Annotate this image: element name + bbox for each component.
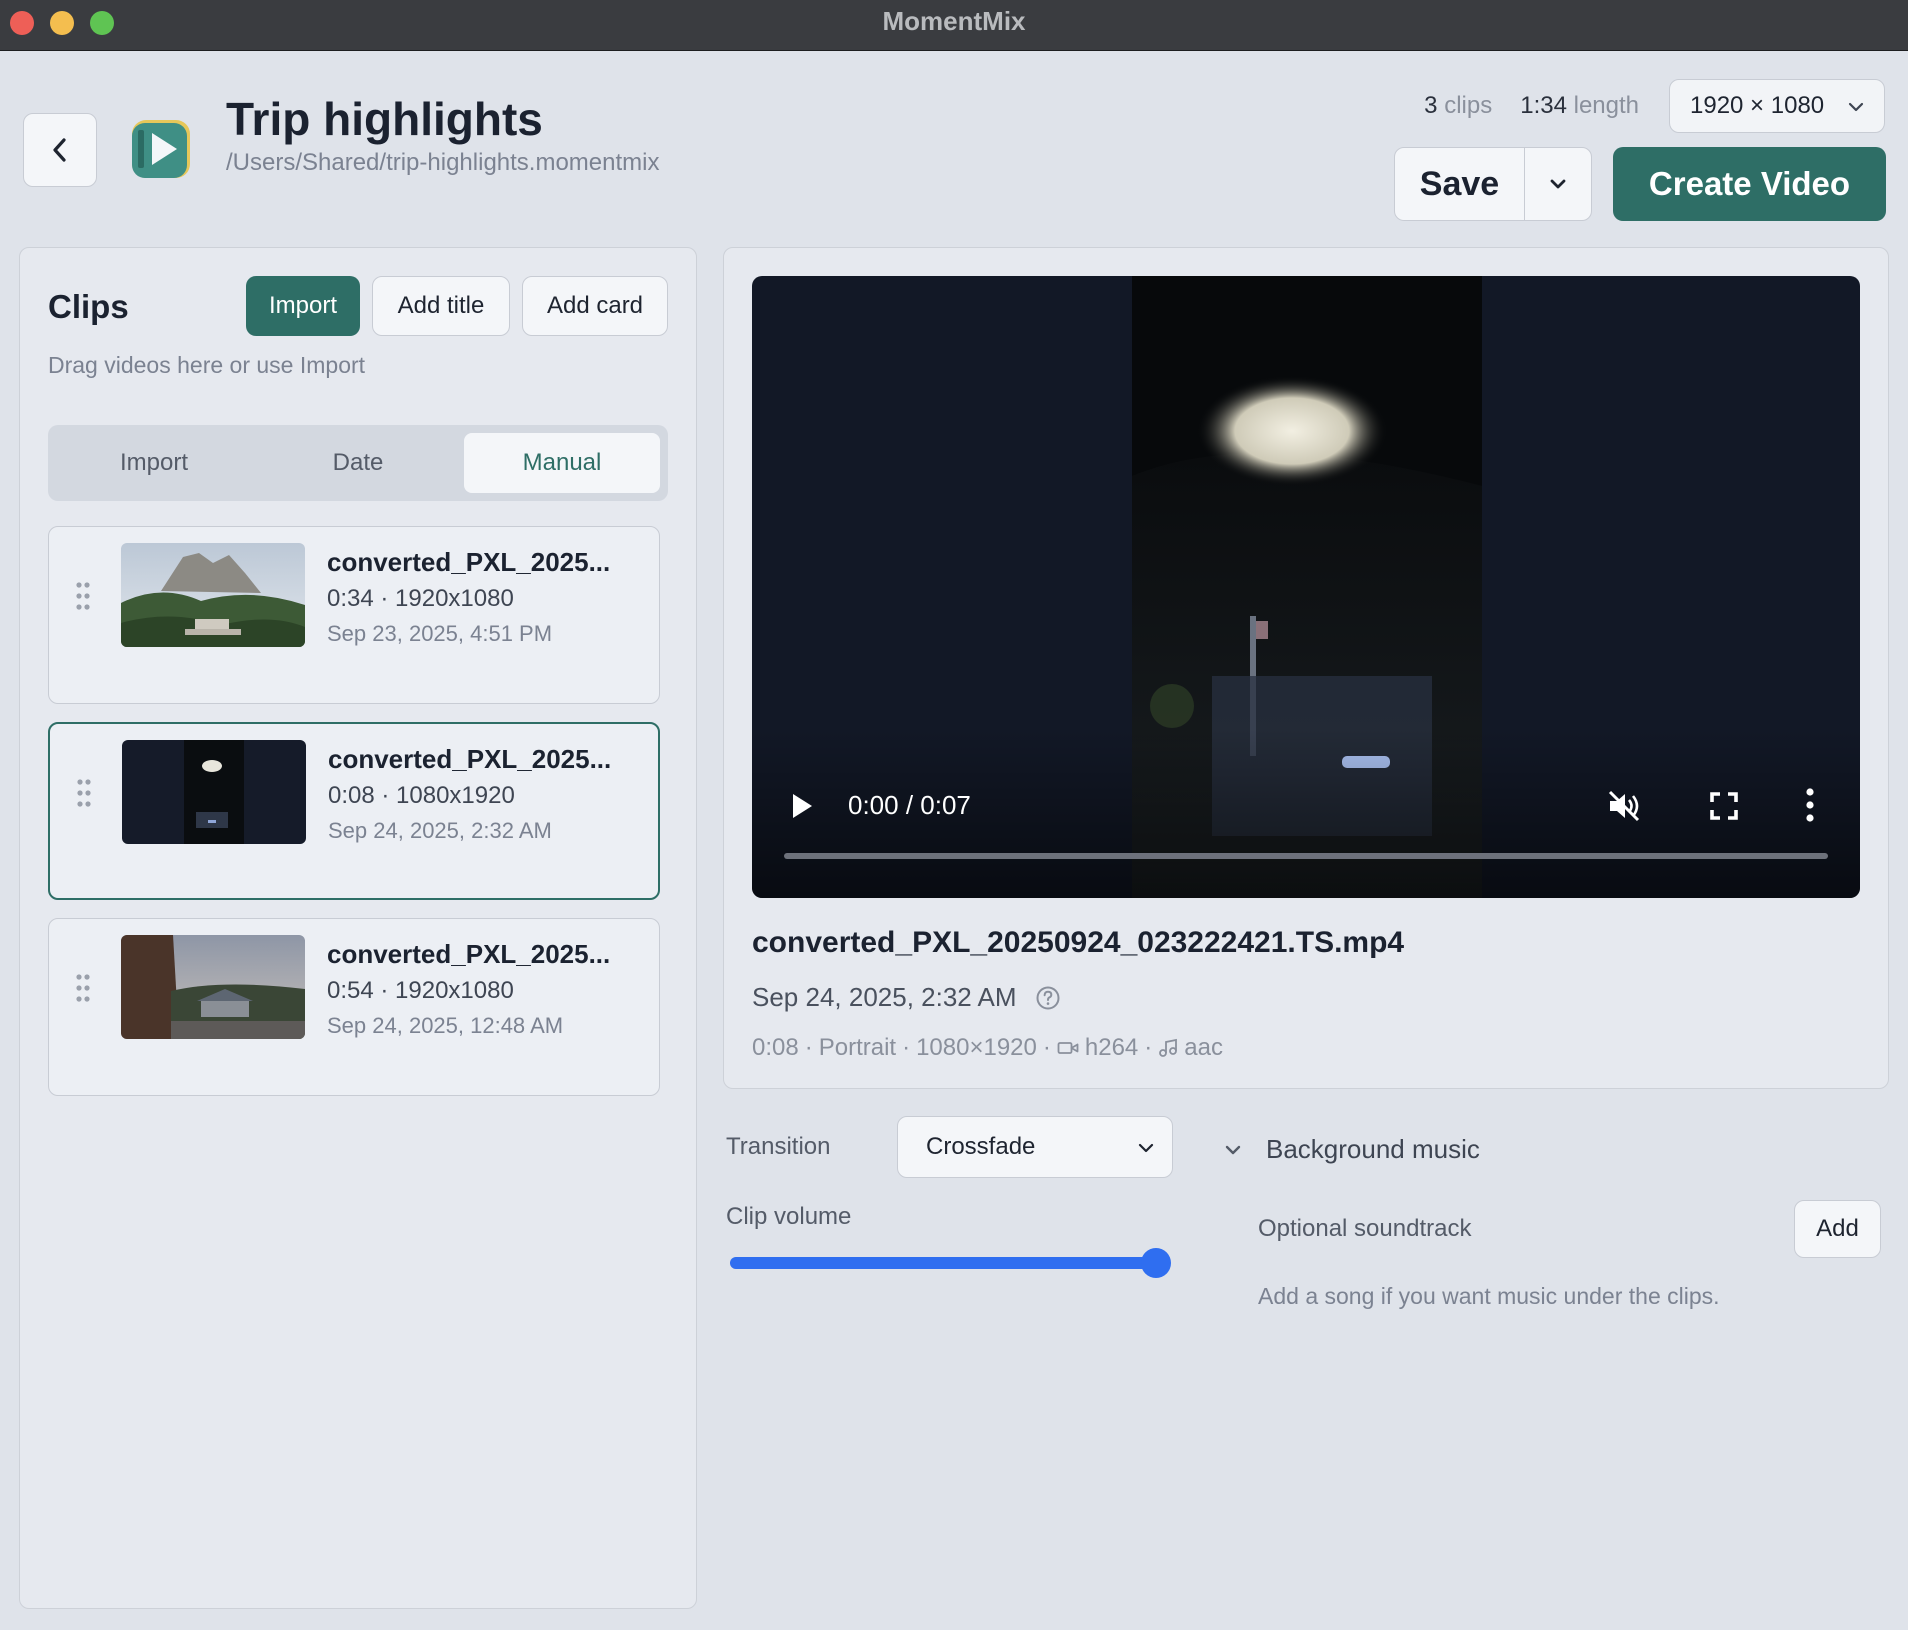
file-specs: 0:08 · Portrait · 1080×1920 · h264 · aac bbox=[752, 1034, 1223, 1061]
add-soundtrack-button[interactable]: Add bbox=[1794, 1200, 1881, 1258]
play-icon[interactable] bbox=[790, 792, 814, 820]
sort-tab-manual[interactable]: Manual bbox=[464, 433, 660, 493]
import-button[interactable]: Import bbox=[246, 276, 360, 336]
add-title-button[interactable]: Add title bbox=[372, 276, 510, 336]
transition-value: Crossfade bbox=[926, 1133, 1036, 1160]
transition-label: Transition bbox=[726, 1133, 831, 1160]
clip-card[interactable]: converted_PXL_2025... 0:54 · 1920x1080 S… bbox=[48, 918, 660, 1096]
chevron-down-icon bbox=[1550, 179, 1566, 189]
chevron-left-icon bbox=[53, 138, 66, 162]
clip-name: converted_PXL_2025... bbox=[327, 547, 611, 577]
project-length: 1:34 length bbox=[1520, 92, 1639, 119]
soundtrack-label: Optional soundtrack bbox=[1258, 1215, 1472, 1242]
clips-heading: Clips bbox=[48, 288, 129, 325]
chevron-down-icon bbox=[1848, 102, 1864, 112]
clip-name: converted_PXL_2025... bbox=[327, 939, 611, 969]
window-title: MomentMix bbox=[882, 6, 1026, 36]
save-split-button: Save bbox=[1394, 147, 1592, 221]
spec-dimensions: 1080×1920 bbox=[916, 1034, 1037, 1061]
add-card-button[interactable]: Add card bbox=[522, 276, 668, 336]
chevron-down-icon bbox=[1138, 1143, 1154, 1153]
more-options-icon[interactable] bbox=[1804, 786, 1816, 824]
title-bar: MomentMix bbox=[0, 0, 1908, 51]
clip-date: Sep 24, 2025, 12:48 AM bbox=[327, 1013, 564, 1038]
volume-fill bbox=[730, 1257, 1156, 1269]
clip-info: 0:34 · 1920x1080 bbox=[327, 585, 514, 612]
clip-thumbnail bbox=[121, 543, 305, 647]
clip-volume-slider[interactable] bbox=[730, 1248, 1171, 1278]
playback-time: 0:00 / 0:07 bbox=[848, 790, 971, 820]
background-music-toggle[interactable]: Background music bbox=[1222, 1134, 1480, 1165]
save-button[interactable]: Save bbox=[1395, 148, 1525, 220]
spec-audio-codec: aac bbox=[1184, 1034, 1223, 1061]
project-path: /Users/Shared/trip-highlights.momentmix bbox=[226, 149, 660, 176]
playback-progress-bar[interactable] bbox=[784, 853, 1828, 859]
clip-card[interactable]: converted_PXL_2025... 0:34 · 1920x1080 S… bbox=[48, 526, 660, 704]
music-note-icon bbox=[1159, 1038, 1178, 1057]
save-options-button[interactable] bbox=[1525, 148, 1591, 220]
clip-name: converted_PXL_2025... bbox=[328, 744, 612, 774]
resolution-select[interactable]: 1920 × 1080 bbox=[1669, 79, 1885, 133]
video-camera-icon bbox=[1057, 1042, 1079, 1054]
sort-segmented-control: Import Date Manual bbox=[48, 425, 668, 501]
chevron-down-icon bbox=[1225, 1145, 1241, 1154]
drag-handle-icon[interactable] bbox=[76, 778, 92, 808]
clip-thumbnail bbox=[122, 740, 306, 844]
background-music-label: Background music bbox=[1266, 1134, 1480, 1164]
drag-handle-icon[interactable] bbox=[75, 973, 91, 1003]
resolution-value: 1920 × 1080 bbox=[1690, 92, 1825, 119]
spec-duration: 0:08 bbox=[752, 1034, 799, 1061]
clips-panel: Clips Import Add title Add card Drag vid… bbox=[19, 247, 697, 1609]
project-title: Trip highlights bbox=[226, 93, 543, 145]
back-button[interactable] bbox=[23, 113, 97, 187]
transition-select[interactable]: Crossfade bbox=[897, 1116, 1173, 1178]
preview-panel: 0:00 / 0:07 converted_PXL_20250924_02322… bbox=[723, 247, 1889, 1089]
fullscreen-icon[interactable] bbox=[1706, 788, 1742, 824]
app-logo-icon bbox=[132, 120, 190, 178]
sort-tab-import[interactable]: Import bbox=[56, 433, 252, 493]
clip-info: 0:54 · 1920x1080 bbox=[327, 977, 514, 1004]
file-date: Sep 24, 2025, 2:32 AM bbox=[752, 982, 1061, 1013]
file-date-text: Sep 24, 2025, 2:32 AM bbox=[752, 982, 1017, 1012]
spec-video-codec: h264 bbox=[1084, 1034, 1139, 1061]
clip-date: Sep 23, 2025, 4:51 PM bbox=[327, 621, 553, 646]
clip-card[interactable]: converted_PXL_2025... 0:08 · 1080x1920 S… bbox=[48, 722, 660, 900]
drag-hint: Drag videos here or use Import bbox=[48, 352, 366, 378]
clip-date: Sep 24, 2025, 2:32 AM bbox=[328, 818, 552, 843]
file-title: converted_PXL_20250924_023222421.TS.mp4 bbox=[752, 926, 1405, 959]
project-meta: 3 clips 1:34 length bbox=[1424, 92, 1639, 120]
video-player[interactable]: 0:00 / 0:07 bbox=[752, 276, 1860, 898]
spec-orientation: Portrait bbox=[818, 1034, 897, 1061]
muted-speaker-icon[interactable] bbox=[1606, 788, 1642, 824]
sort-tab-date[interactable]: Date bbox=[260, 433, 456, 493]
clip-info: 0:08 · 1080x1920 bbox=[328, 782, 515, 809]
soundtrack-hint: Add a song if you want music under the c… bbox=[1258, 1283, 1720, 1309]
clip-count: 3 clips bbox=[1424, 92, 1493, 119]
clip-volume-label: Clip volume bbox=[726, 1203, 852, 1230]
volume-thumb[interactable] bbox=[1141, 1248, 1171, 1278]
create-video-button[interactable]: Create Video bbox=[1613, 147, 1886, 221]
help-icon[interactable] bbox=[1035, 985, 1061, 1011]
drag-handle-icon[interactable] bbox=[75, 581, 91, 611]
clip-thumbnail bbox=[121, 935, 305, 1039]
